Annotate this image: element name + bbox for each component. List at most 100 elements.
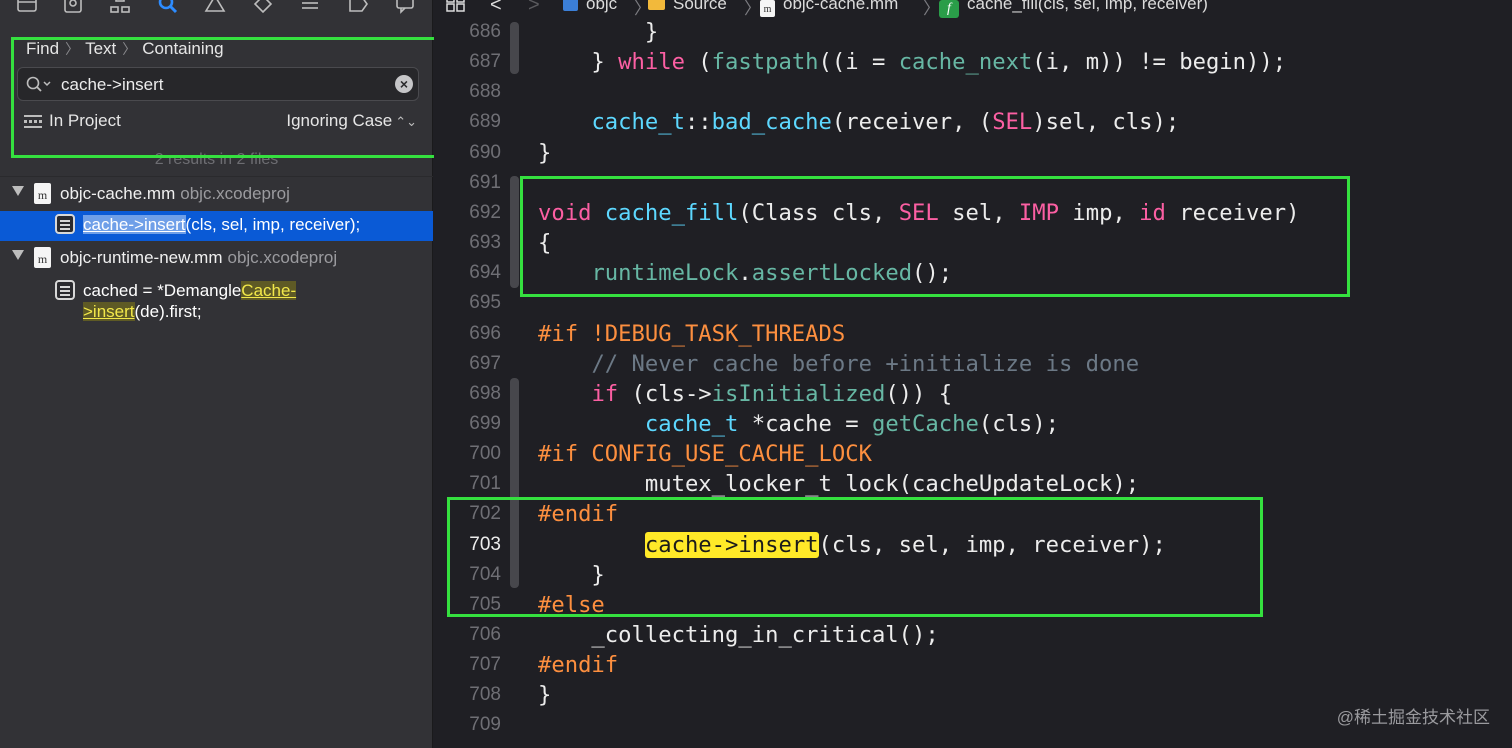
- hierarchy-icon[interactable]: [109, 0, 131, 14]
- line-number: 690: [469, 141, 501, 163]
- result-file-project: objc.xcodeproj: [180, 184, 290, 203]
- code-token: }: [538, 682, 552, 709]
- code-token: // Never cache before +initialize is don…: [591, 350, 1140, 377]
- code-token: *cache =: [738, 410, 872, 437]
- code-token: )sel, cls);: [1032, 109, 1180, 136]
- folder-icon[interactable]: [16, 0, 38, 14]
- line-number: 693: [469, 232, 501, 254]
- line-number: 709: [469, 714, 501, 736]
- navigator-toolbar: [0, 0, 433, 22]
- code-token: (receiver, (: [831, 109, 993, 136]
- code-token: cache_t: [591, 109, 685, 136]
- line-number: 708: [469, 684, 501, 706]
- code-token: SEL: [992, 109, 1033, 136]
- text-match-icon: [55, 214, 75, 234]
- search-result-row[interactable]: cached = *DemangleCache->insert(de).firs…: [0, 277, 433, 325]
- line-number: 700: [469, 443, 501, 465]
- code-token: isInitialized: [711, 380, 886, 407]
- result-line-text: cached = *DemangleCache->insert(de).firs…: [83, 281, 297, 321]
- text-match-icon: [55, 280, 75, 300]
- line-number: 707: [469, 654, 501, 676]
- code-line[interactable]: 699 cache_t *cache = getCache(cls);: [434, 411, 1512, 441]
- code-text: #endif: [538, 652, 618, 678]
- code-line[interactable]: 696 #if !DEBUG_TASK_THREADS: [434, 321, 1512, 351]
- code-token: _collecting_in_critical();: [538, 622, 939, 648]
- watermark: @稀土掘金技术社区: [1336, 708, 1490, 727]
- code-token: (: [684, 49, 712, 76]
- line-number: 701: [469, 473, 501, 495]
- code-text: }: [538, 19, 658, 45]
- divider: [0, 176, 433, 177]
- find-icon[interactable]: [157, 0, 179, 14]
- code-text: }: [538, 140, 551, 166]
- code-line[interactable]: 690}: [434, 140, 1512, 170]
- objc-file-icon: m: [34, 247, 51, 268]
- line-number: 697: [469, 352, 501, 374]
- code-line[interactable]: 687 } while (fastpath((i = cache_next(i,…: [434, 49, 1512, 79]
- result-file-group[interactable]: m objc-cache.mm objc.xcodeproj: [0, 181, 433, 207]
- disclosure-triangle-icon[interactable]: [12, 186, 24, 196]
- code-line[interactable]: 686 }: [434, 19, 1512, 49]
- code-token: bad_cache: [711, 109, 832, 136]
- source-control-icon[interactable]: [62, 0, 84, 14]
- breakpoint-icon[interactable]: [347, 0, 369, 14]
- code-token: ::: [684, 109, 712, 136]
- find-navigator: Find〉Text〉Containing × In Project Ignori…: [0, 0, 447, 748]
- line-number: 699: [469, 412, 501, 434]
- annotation-box-insert: [447, 497, 1263, 617]
- line-number: 687: [469, 51, 501, 73]
- code-token: #if CONFIG_USE_CACHE_LOCK: [538, 441, 872, 468]
- code-line[interactable]: 698 if (cls->isInitialized()) {: [434, 381, 1512, 411]
- issue-icon[interactable]: [204, 0, 226, 14]
- disclosure-triangle-icon[interactable]: [12, 250, 24, 260]
- report-icon[interactable]: [394, 0, 416, 14]
- line-number: 694: [469, 262, 501, 284]
- line-number: 689: [469, 111, 501, 133]
- line-number: 706: [469, 624, 501, 645]
- result-file-project: objc.xcodeproj: [227, 248, 338, 267]
- code-text: } while (fastpath((i = cache_next(i, m))…: [538, 49, 1286, 75]
- result-line-text: cache->insert(cls, sel, imp, receiver);: [83, 215, 361, 234]
- line-number: 691: [469, 171, 501, 193]
- code-token: (i, m)) != begin));: [1032, 49, 1287, 76]
- code-token: ()) {: [885, 380, 953, 407]
- match-highlight: cache->insert: [83, 215, 186, 234]
- line-number: 695: [469, 292, 501, 314]
- objc-file-icon: m: [34, 183, 51, 204]
- code-token: (cls);: [978, 410, 1060, 437]
- code-line[interactable]: 700 #if CONFIG_USE_CACHE_LOCK: [434, 441, 1512, 471]
- code-token: ((i =: [818, 49, 899, 76]
- result-file-group[interactable]: m objc-runtime-new.mm objc.xcodeproj: [0, 245, 433, 271]
- code-text: if (cls->isInitialized()) {: [538, 381, 952, 407]
- code-text: #if CONFIG_USE_CACHE_LOCK: [538, 441, 872, 467]
- code-token: #if !DEBUG_TASK_THREADS: [538, 320, 846, 347]
- source-editor: < > objc 〉 Source 〉 m objc-cache.mm 〉 f ca…: [434, 0, 1512, 748]
- code-line[interactable]: 688: [434, 79, 1512, 109]
- code-text: _collecting_in_critical();: [538, 622, 939, 648]
- code-line[interactable]: 697 // Never cache before +initialize is…: [434, 351, 1512, 381]
- code-token: }: [538, 49, 619, 76]
- code-token: (cls->: [618, 380, 712, 407]
- code-area[interactable]: 686 } 687 } while (fastpath((i = cache_ne…: [434, 0, 1512, 748]
- code-token: fastpath: [711, 49, 819, 76]
- result-file-name: objc-runtime-new.mm objc.xcodeproj: [60, 248, 338, 267]
- code-token: }: [538, 19, 659, 45]
- code-token: mutex_locker_t lock(cacheUpdateLock);: [538, 471, 1140, 498]
- code-line[interactable]: 707 #endif: [434, 652, 1512, 682]
- line-number: 696: [469, 322, 501, 344]
- annotation-box-function: [520, 176, 1350, 297]
- test-icon[interactable]: [252, 0, 274, 14]
- code-text: mutex_locker_t lock(cacheUpdateLock);: [538, 471, 1139, 497]
- search-result-row[interactable]: cache->insert(cls, sel, imp, receiver);: [0, 211, 433, 241]
- code-line[interactable]: 706 _collecting_in_critical();: [434, 622, 1512, 652]
- line-number: 688: [469, 81, 501, 103]
- result-file-name: objc-cache.mm objc.xcodeproj: [60, 184, 290, 203]
- debug-icon[interactable]: [299, 0, 321, 14]
- code-text: // Never cache before +initialize is don…: [538, 351, 1139, 377]
- code-token: #endif: [538, 652, 619, 679]
- code-token: getCache: [871, 410, 979, 437]
- code-line[interactable]: 689 cache_t::bad_cache(receiver, (SEL)se…: [434, 109, 1512, 139]
- code-text: }: [538, 682, 551, 708]
